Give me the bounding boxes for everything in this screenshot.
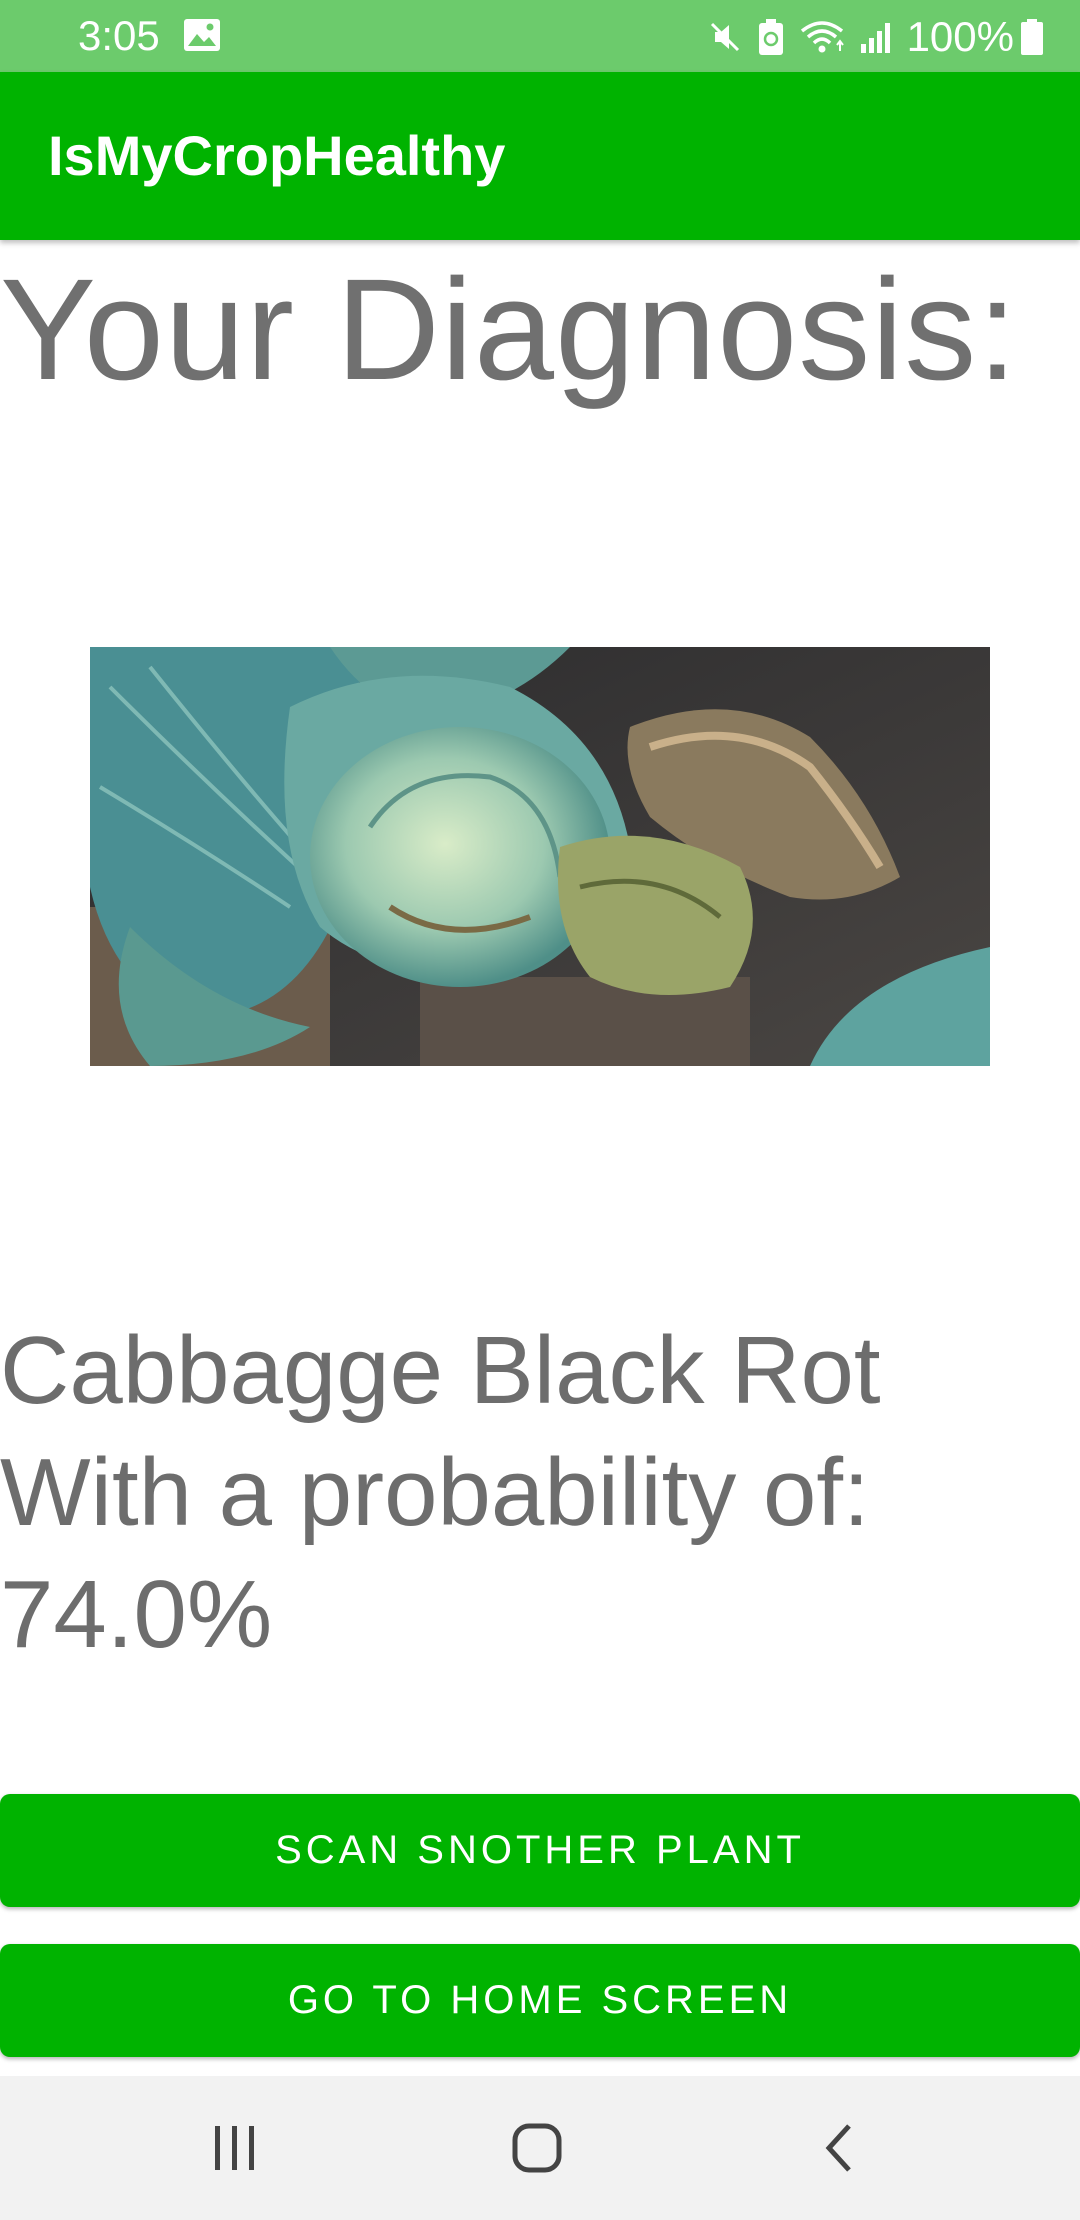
app-bar: IsMyCropHealthy [0, 72, 1080, 240]
signal-icon [859, 20, 895, 54]
battery-saver-icon [757, 18, 785, 56]
system-nav-bar [0, 2076, 1080, 2220]
probability-label: With a probability of: [0, 1439, 870, 1546]
home-icon[interactable] [502, 2116, 572, 2180]
wifi-icon [799, 19, 845, 55]
plant-photo [90, 647, 990, 1066]
disease-name: Cabbagge Black Rot [0, 1317, 881, 1424]
recent-apps-icon[interactable] [200, 2116, 270, 2180]
battery-percent: 100% [906, 13, 1014, 60]
status-icons: 100% [693, 14, 1044, 60]
diagnosis-result: Cabbagge Black Rot With a probability of… [0, 1310, 1080, 1676]
back-icon[interactable] [804, 2116, 874, 2180]
mute-icon [707, 19, 743, 55]
scan-another-plant-button[interactable]: SCAN SNOTHER PLANT [0, 1794, 1080, 1907]
probability-value: 74.0% [0, 1561, 273, 1668]
battery-icon [1020, 18, 1044, 56]
go-to-home-screen-button[interactable]: GO TO HOME SCREEN [0, 1944, 1080, 2057]
status-bar: 3:05 100% [0, 0, 1080, 72]
status-time: 3:05 [78, 12, 160, 59]
app-title: IsMyCropHealthy [48, 124, 506, 187]
image-icon [183, 18, 221, 52]
diagnosis-heading: Your Diagnosis: [0, 249, 1019, 410]
